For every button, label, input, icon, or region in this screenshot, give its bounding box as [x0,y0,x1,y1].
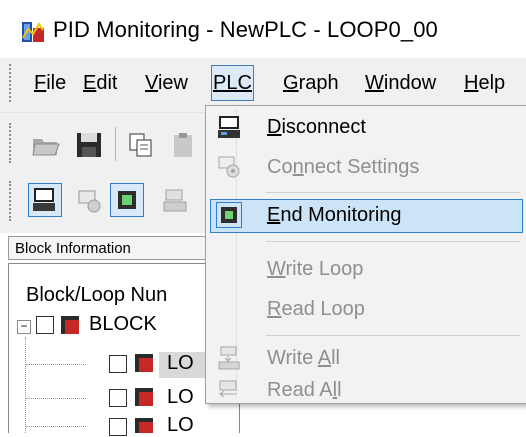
tree-connector [26,364,86,365]
open-folder-icon[interactable] [30,130,60,160]
tree-collapse-toggle[interactable]: − [17,320,31,334]
plc-menu-dropdown: Disconnect Connect Settings End Monitori… [205,105,526,404]
title-bar: PID Monitoring - NewPLC - LOOP0_00 [0,0,526,58]
read-all-icon [219,380,237,398]
paste-icon[interactable] [170,130,200,160]
menu-file[interactable]: File [33,66,67,100]
menu-plc[interactable]: PLC [211,65,254,101]
loop-icon [135,418,153,433]
connect-settings-toolbar-icon[interactable] [74,186,104,216]
block-checkbox[interactable] [36,316,54,334]
plc-connected-icon [218,116,240,138]
menu-edit[interactable]: Edit [82,66,118,100]
menu-window[interactable]: Window [364,66,437,100]
loop-label[interactable]: LO [167,352,194,375]
tree-connector [26,426,86,427]
menu-item-write-all[interactable]: Write All [210,342,523,376]
menu-item-end-monitoring[interactable]: End Monitoring [210,199,523,233]
menu-view[interactable]: View [144,66,189,100]
copy-icon[interactable] [126,130,156,160]
tree-connector [26,398,86,399]
block-label[interactable]: BLOCK [89,313,157,336]
block-folder-icon [61,316,79,334]
menu-help[interactable]: Help [463,66,506,100]
toolbar-separator [115,127,116,161]
menubar-grip[interactable] [9,64,15,102]
loop-checkbox[interactable] [109,389,127,407]
save-disk-icon[interactable] [74,130,104,160]
loop-checkbox[interactable] [109,355,127,373]
menu-item-read-loop[interactable]: Read Loop [210,293,523,327]
menu-item-connect-settings[interactable]: Connect Settings [210,151,523,185]
loop-checkbox[interactable] [109,418,127,436]
menu-separator [266,192,520,193]
pid-monitor-app-icon [22,22,44,42]
toolbar-grip-2[interactable] [9,181,15,221]
loop-icon [135,388,153,406]
loop-label[interactable]: LO [167,414,194,437]
menu-item-read-all[interactable]: Read All [210,379,523,401]
block-information-tab[interactable]: Block Information [8,236,208,260]
loop-icon [135,354,153,372]
menu-item-disconnect[interactable]: Disconnect [210,111,523,145]
window-title: PID Monitoring - NewPLC - LOOP0_00 [53,17,438,42]
menu-separator [266,335,520,336]
monitoring-icon [216,202,242,228]
tree-connector [25,337,27,433]
connect-settings-icon [218,156,240,178]
tree-header: Block/Loop Nun [26,284,168,306]
write-all-toolbar-icon[interactable] [160,186,190,216]
toolbar-grip[interactable] [9,123,15,163]
write-all-icon [218,346,240,370]
plc-connected-button-icon[interactable] [28,183,62,217]
menu-item-write-loop[interactable]: Write Loop [210,253,523,287]
menu-separator [266,241,520,242]
loop-label[interactable]: LO [167,386,194,409]
monitoring-toggle-icon[interactable] [110,183,144,217]
menu-graph[interactable]: Graph [282,66,340,100]
